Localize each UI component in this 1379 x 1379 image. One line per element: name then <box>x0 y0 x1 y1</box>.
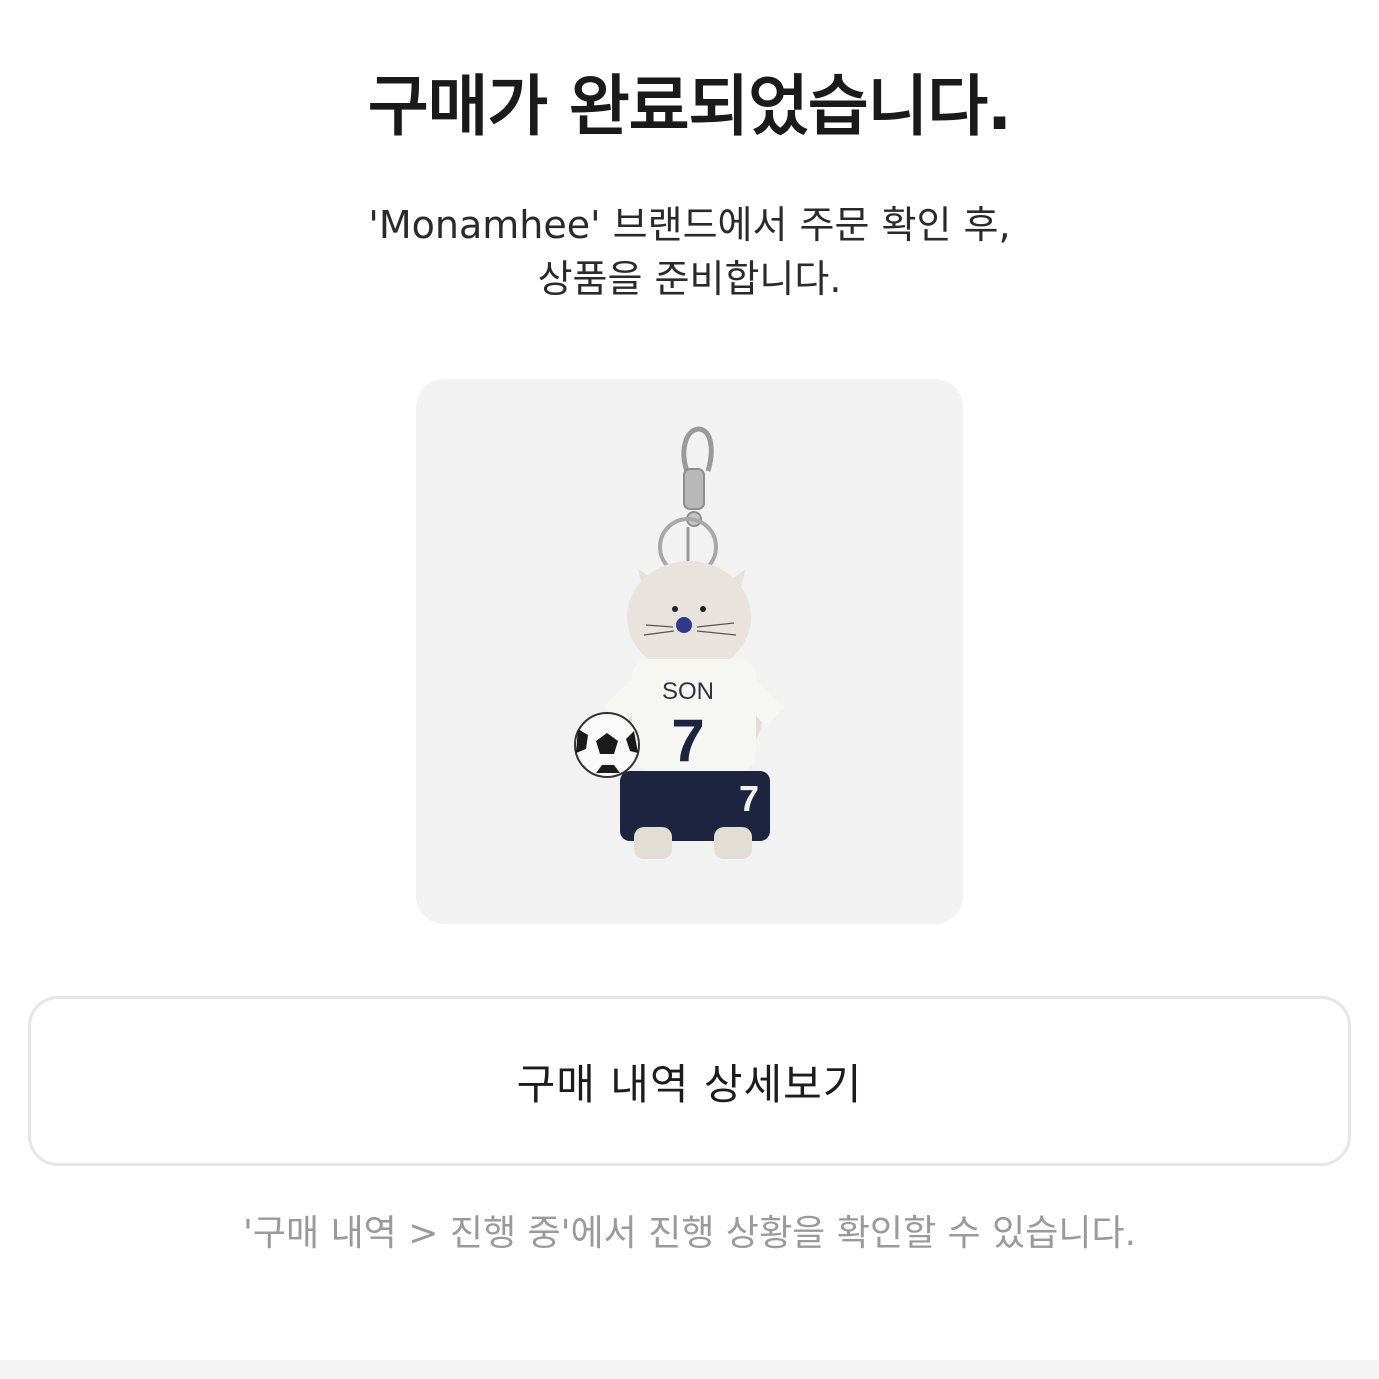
page-title: 구매가 완료되었습니다. <box>367 68 1012 145</box>
order-message-line-2: 상품을 준비합니다. <box>537 257 842 301</box>
keychain-clasp <box>658 426 718 577</box>
shorts-number: 7 <box>739 778 759 819</box>
purchase-detail-button[interactable]: 구매 내역 상세보기 <box>28 996 1351 1166</box>
product-image-card: SON 7 7 <box>416 379 963 924</box>
soccer-ball <box>574 712 640 778</box>
order-message: 'Monamhee' 브랜드에서 주문 확인 후, 상품을 준비합니다. <box>0 198 1379 306</box>
product-image: SON 7 7 <box>574 426 784 859</box>
jersey-name: SON <box>662 678 714 705</box>
purchase-detail-button-label: 구매 내역 상세보기 <box>516 1059 863 1109</box>
progress-hint: '구매 내역 > 진행 중'에서 진행 상황을 확인할 수 있습니다. <box>242 1213 1137 1254</box>
order-message-line-1: 'Monamhee' 브랜드에서 주문 확인 후, <box>368 203 1011 247</box>
bottom-divider <box>0 1360 1379 1379</box>
jersey-number: 7 <box>671 707 704 774</box>
